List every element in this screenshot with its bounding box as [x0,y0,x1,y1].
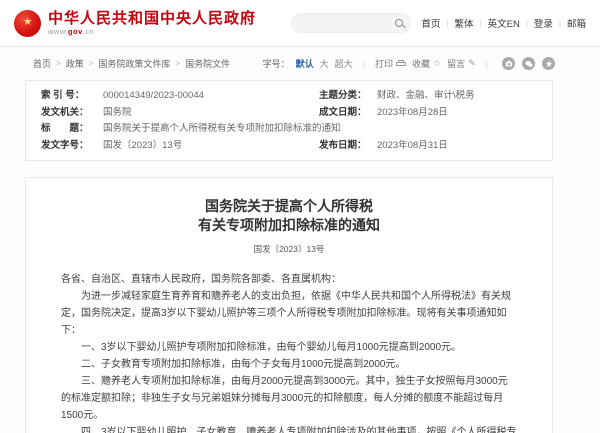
search-box[interactable] [291,13,412,33]
document-number: 国发〔2023〕13号 [253,244,325,254]
nav-login[interactable]: 登录 [534,16,553,30]
camera-share-icon[interactable] [502,57,515,70]
nav-separator: | [558,18,561,28]
page: ★ 中华人民共和国中央人民政府 www.gov.cn 首页 | 繁体 | 英文E… [0,0,600,433]
site-url: www.gov.cn [48,27,95,37]
meta-label-doc-no: 发文字号： [41,139,89,151]
top-nav: 首页 | 繁体 | 英文EN | 登录 | 邮箱 [421,16,586,31]
meta-label-written-date: 成文日期： [319,106,367,118]
document-title: 国务院关于提高个人所得税 有关专项附加扣除标准的通知 [198,200,380,234]
font-size-large[interactable]: 大 [320,57,329,70]
divider: | [485,58,488,69]
meta-value-written-date: 2023年08月28日 [377,106,448,118]
breadcrumb-separator: > [88,59,94,68]
paragraph: 一、3岁以下婴幼儿照护专项附加扣除标准，由每个婴幼儿每月1000元提高到2000… [81,342,462,353]
nav-separator: | [525,18,528,28]
toolbar: 首页 > 政策 > 国务院政策文件库 > 国务院文件 字号： 默认 大 超大 |… [0,47,600,80]
nav-separator: | [479,18,482,28]
star-icon: ☆ [433,58,442,68]
font-size-xlarge[interactable]: 超大 [335,57,353,70]
meta-value-issuer: 国务院 [103,106,132,118]
nav-mail[interactable]: 邮箱 [567,16,586,30]
meta-value-publish-date: 2023年08月31日 [377,139,448,151]
share-buttons [502,57,555,70]
meta-row: 发文机关： 国务院 成文日期： 2023年08月28日 [41,105,537,122]
nav-separator: | [446,18,449,28]
meta-value-title: 国务院关于提高个人所得税有关专项附加扣除标准的通知 [103,123,341,134]
meta-value-topic: 财政、金融、审计\税务 [377,90,475,101]
breadcrumb-state-council-docs[interactable]: 国务院文件 [185,57,230,70]
page-tools: 字号： 默认 大 超大 | 打印 收藏 ☆ 留言 ✎ | [263,57,555,70]
document-text: 各省、自治区、直辖市人民政府，国务院各部委、各直属机构： 为进一步减轻家庭生育养… [61,271,517,433]
meta-value-doc-no: 国发〔2023〕13号 [103,139,183,151]
divider: | [362,58,365,69]
breadcrumb-home[interactable]: 首页 [33,57,51,70]
site-logo[interactable]: ★ 中华人民共和国中央人民政府 www.gov.cn [14,9,257,37]
comment-button[interactable]: 留言 ✎ [447,57,476,70]
nav-home[interactable]: 首页 [421,16,440,30]
star-share-icon[interactable] [542,57,555,70]
salutation: 各省、自治区、直辖市人民政府，国务院各部委、各直属机构： [61,274,341,285]
meta-label-issuer: 发文机关： [41,106,89,118]
paragraph: 三、赡养老人专项附加扣除标准，由每月2000元提高到3000元。其中，独生子女按… [61,376,508,421]
nav-english[interactable]: 英文EN [488,16,520,30]
paragraph: 四、3岁以下婴幼儿照护、子女教育、赡养老人专项附加扣除涉及的其他事项，按照《个人… [81,427,517,433]
meta-row: 标 题： 国务院关于提高个人所得税有关专项附加扣除标准的通知 [41,121,537,138]
nav-traditional[interactable]: 繁体 [455,16,474,30]
document-meta-card: 索 引 号： 000014349/2023-00044 主题分类： 财政、金融、… [25,80,553,161]
paragraph: 为进一步减轻家庭生育养育和赡养老人的支出负担，依据《中华人民共和国个人所得税法》… [61,291,511,336]
breadcrumb-policy-library[interactable]: 国务院政策文件库 [98,57,170,70]
pencil-icon: ✎ [468,58,476,68]
search-icon[interactable] [395,19,404,27]
site-title: 中华人民共和国中央人民政府 [48,9,257,27]
font-size-label: 字号： [262,59,290,69]
breadcrumb: 首页 > 政策 > 国务院政策文件库 > 国务院文件 [33,57,230,70]
site-header: ★ 中华人民共和国中央人民政府 www.gov.cn 首页 | 繁体 | 英文E… [0,0,600,47]
document-body-card: 国务院关于提高个人所得税 有关专项附加扣除标准的通知 国发〔2023〕13号 各… [25,177,553,433]
print-button[interactable]: 打印 [375,57,406,70]
meta-row: 发文字号： 国发〔2023〕13号 发布日期： 2023年08月31日 [41,138,537,155]
breadcrumb-separator: > [175,59,181,68]
paragraph: 二、子女教育专项附加扣除标准，由每个子女每月1000元提高到2000元。 [81,359,406,370]
meta-row: 索 引 号： 000014349/2023-00044 主题分类： 财政、金融、… [41,88,537,105]
breadcrumb-policy[interactable]: 政策 [66,57,84,70]
meta-label-publish-date: 发布日期： [319,139,367,151]
font-size-default[interactable]: 默认 [296,57,314,70]
favorite-button[interactable]: 收藏 ☆ [412,57,441,70]
breadcrumb-separator: > [56,59,61,68]
search-input[interactable] [305,15,396,31]
meta-label-topic: 主题分类： [319,90,367,101]
wechat-share-icon[interactable] [522,57,535,70]
printer-icon [396,59,406,68]
meta-label-index-no: 索 引 号： [41,90,85,101]
meta-label-title: 标 题： [41,123,89,134]
national-emblem-icon: ★ [14,9,41,37]
meta-value-index-no: 000014349/2023-00044 [103,90,204,101]
